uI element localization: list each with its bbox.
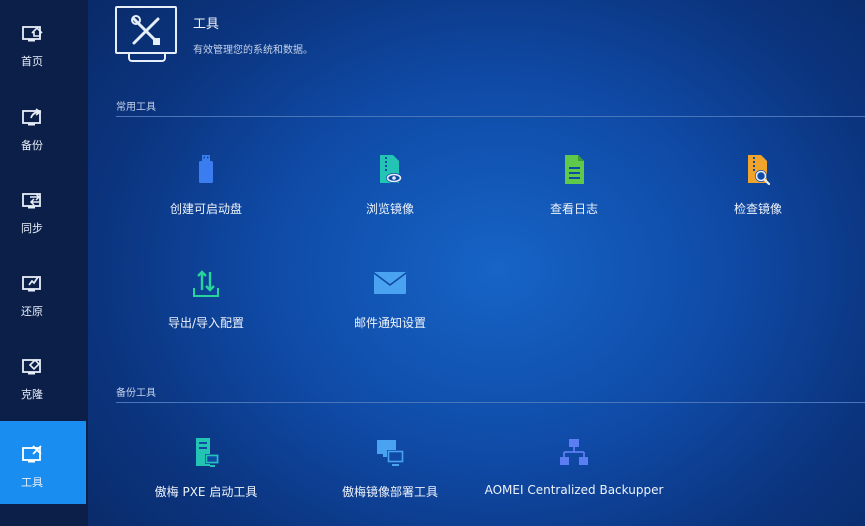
pxe-boot-icon [196,438,219,467]
network-icon [560,439,588,465]
page-title: 工具 [193,17,220,32]
sidebar: 首页 备份 同步 还原 克隆 工具 [0,0,88,526]
clone-icon [22,358,41,375]
sidebar-item-label: 克隆 [21,388,43,401]
section-title-backup: 备份工具 [116,388,156,399]
sidebar-item-clone[interactable]: 克隆 [0,333,86,416]
sync-icon [22,193,41,209]
tool-label: 导出/导入配置 [167,316,245,330]
sidebar-item-sync[interactable]: 同步 [0,167,86,250]
tool-image-deploy[interactable]: 傲梅镜像部署工具 [300,437,480,517]
sidebar-item-home[interactable]: 首页 [0,0,86,83]
tool-export-import-config[interactable]: 导出/导入配置 [116,268,296,348]
export-import-icon [193,270,219,297]
section-divider [116,402,865,403]
tool-email-notification[interactable]: 邮件通知设置 [300,268,480,348]
sidebar-item-label: 工具 [21,476,43,489]
tool-create-bootable[interactable]: 创建可启动盘 [116,154,296,234]
tool-aomei-centralized-backupper[interactable]: AOMEI Centralized Backupper [484,437,664,517]
tool-label: AOMEI Centralized Backupper [484,483,664,497]
monitor-stand [128,54,166,62]
tools-monitor-icon [115,6,177,54]
sidebar-item-label: 备份 [21,139,43,152]
sidebar-item-label: 同步 [21,222,43,235]
mail-icon [373,272,407,294]
main-content: 工具 有效管理您的系统和数据。 常用工具 创建可启动盘 浏览镜像 查看日志 检查… [88,0,865,526]
tool-label: 浏览镜像 [365,202,414,216]
sidebar-item-label: 还原 [21,305,43,318]
section-divider [116,116,865,117]
tool-label: 查看日志 [549,202,598,216]
backup-icon [22,108,42,126]
tool-explore-image[interactable]: 浏览镜像 [300,154,480,234]
restore-icon [22,276,41,292]
tool-check-image[interactable]: 检查镜像 [668,154,848,234]
image-deploy-icon [377,440,404,466]
sidebar-item-backup[interactable]: 备份 [0,84,86,167]
sidebar-item-restore[interactable]: 还原 [0,250,86,333]
tool-label: 傲梅 PXE 启动工具 [154,485,258,499]
tool-label: 检查镜像 [733,202,782,216]
usb-drive-icon [199,155,213,183]
tools-icon [22,445,42,463]
section-title-common: 常用工具 [116,102,156,113]
tool-label: 傲梅镜像部署工具 [341,485,438,499]
sidebar-item-tools[interactable]: 工具 [0,421,86,504]
tool-label: 创建可启动盘 [169,202,242,216]
tool-label: 邮件通知设置 [353,316,426,330]
tool-view-logs[interactable]: 查看日志 [484,154,664,234]
home-icon [22,26,43,42]
explore-image-icon [380,155,402,183]
check-image-icon [748,155,771,186]
tool-pxe-boot[interactable]: 傲梅 PXE 启动工具 [116,437,296,517]
page-subtitle: 有效管理您的系统和数据。 [193,45,313,56]
app-window: 首页 备份 同步 还原 克隆 工具 工具 有效管理您的系统和数据。 常用工具 创… [0,0,865,526]
log-icon [565,155,584,184]
sidebar-item-label: 首页 [21,55,43,68]
